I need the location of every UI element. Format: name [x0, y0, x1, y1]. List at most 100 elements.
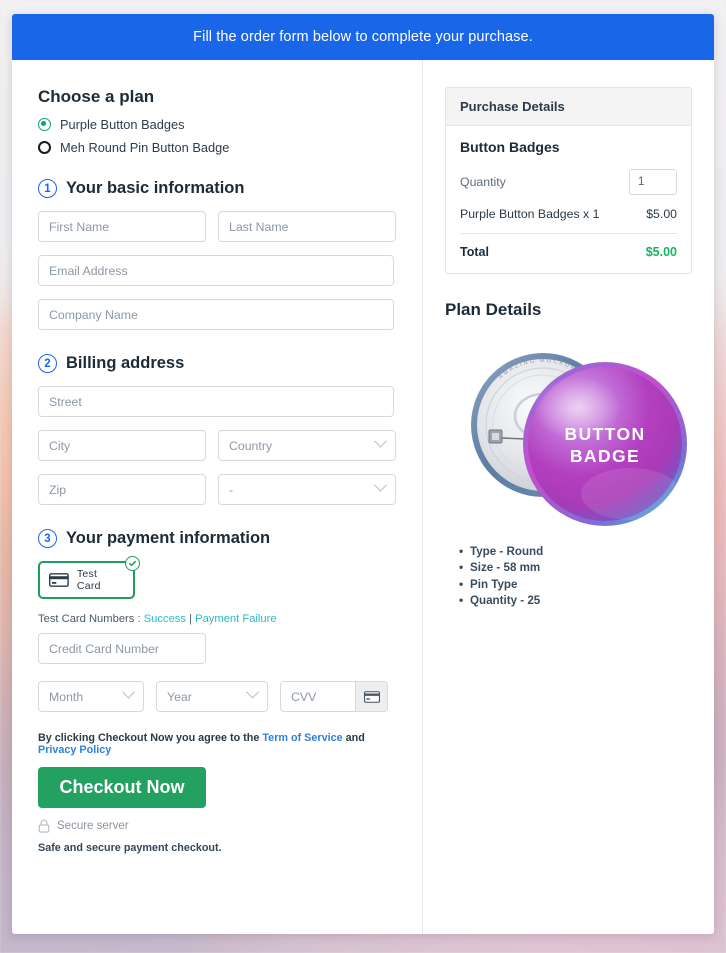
- test-card-payment-option[interactable]: Test Card: [38, 556, 140, 599]
- plan-bullet: Size - 58 mm: [459, 559, 692, 577]
- country-select[interactable]: Country: [218, 430, 396, 461]
- step-3-header: 3 Your payment information: [38, 529, 394, 548]
- test-card-label: Test Card: [76, 568, 101, 592]
- street-placeholder: Street: [49, 394, 82, 409]
- total-price: $5.00: [645, 245, 677, 259]
- expiry-month-select[interactable]: Month: [38, 681, 144, 712]
- year-placeholder: Year: [167, 689, 192, 704]
- cvv-placeholder: CVV: [291, 689, 317, 704]
- step-3-title: Your payment information: [66, 529, 271, 547]
- checkout-now-button[interactable]: Checkout Now: [38, 767, 206, 808]
- quantity-row: Quantity 1: [460, 169, 677, 195]
- plan-option-label: Purple Button Badges: [60, 117, 185, 132]
- chevron-down-icon: [374, 478, 387, 492]
- quantity-label: Quantity: [460, 175, 506, 189]
- company-name-input[interactable]: Company Name: [38, 299, 394, 330]
- street-row: Street: [38, 386, 394, 417]
- step-2-number: 2: [38, 354, 57, 373]
- plan-details-title: Plan Details: [445, 300, 542, 319]
- product-name: Button Badges: [460, 139, 560, 155]
- radio-selected-icon[interactable]: [38, 118, 51, 131]
- plan-option-purple-button-badges[interactable]: Purple Button Badges: [38, 117, 394, 132]
- lock-icon: [38, 819, 50, 833]
- email-row: Email Address: [38, 255, 394, 286]
- secure-server-note: Secure server: [38, 819, 394, 833]
- chevron-down-icon: [246, 685, 259, 699]
- city-input[interactable]: City: [38, 430, 206, 461]
- email-input[interactable]: Email Address: [38, 255, 394, 286]
- banner-text: Fill the order form below to complete yo…: [193, 29, 533, 45]
- plan-bullet: Pin Type: [459, 576, 692, 594]
- first-name-placeholder: First Name: [49, 219, 110, 234]
- secure-server-text: Secure server: [57, 820, 129, 832]
- city-country-row: City Country: [38, 430, 396, 461]
- month-placeholder: Month: [49, 689, 84, 704]
- cvv-input[interactable]: CVV: [280, 681, 388, 712]
- plan-details-bullets: Type - Round Size - 58 mm Pin Type Quant…: [459, 543, 692, 610]
- check-circle-icon: [125, 556, 140, 571]
- checkout-card: Fill the order form below to complete yo…: [12, 14, 714, 934]
- credit-card-number-row: Credit Card Number: [38, 633, 394, 664]
- first-name-input[interactable]: First Name: [38, 211, 206, 242]
- company-name-placeholder: Company Name: [49, 307, 138, 322]
- quantity-input[interactable]: 1: [629, 169, 677, 195]
- expiry-year-select[interactable]: Year: [156, 681, 268, 712]
- step-1-header: 1 Your basic information: [38, 179, 394, 198]
- chevron-down-icon: [122, 685, 135, 699]
- line-item-row: Purple Button Badges x 1 $5.00: [460, 207, 677, 234]
- city-placeholder: City: [49, 438, 71, 453]
- state-select[interactable]: -: [218, 474, 396, 505]
- card-body: Choose a plan Purple Button Badges Meh R…: [12, 60, 714, 934]
- country-placeholder: Country: [229, 438, 273, 453]
- test-card-separator: |: [189, 613, 192, 625]
- company-row: Company Name: [38, 299, 394, 330]
- plan-badge-image: AMAZING MOCKUP COLLECTION BUTTON: [445, 334, 692, 542]
- summary-column: Purchase Details Button Badges Quantity …: [423, 60, 714, 934]
- line-item-price: $5.00: [646, 207, 677, 221]
- street-input[interactable]: Street: [38, 386, 394, 417]
- email-placeholder: Email Address: [49, 263, 128, 278]
- step-3-number: 3: [38, 529, 57, 548]
- zip-placeholder: Zip: [49, 482, 67, 497]
- last-name-input[interactable]: Last Name: [218, 211, 396, 242]
- test-card-failure-link[interactable]: Payment Failure: [195, 613, 276, 625]
- button-badge-illustration: AMAZING MOCKUP COLLECTION BUTTON: [471, 353, 687, 526]
- name-row: First Name Last Name: [38, 211, 396, 242]
- step-2-title: Billing address: [66, 354, 185, 372]
- plan-bullet: Quantity - 25: [459, 592, 692, 610]
- line-item-label: Purple Button Badges x 1: [460, 207, 600, 221]
- credit-card-icon: [355, 682, 387, 711]
- zip-input[interactable]: Zip: [38, 474, 206, 505]
- credit-card-number-input[interactable]: Credit Card Number: [38, 633, 206, 664]
- plan-bullet: Type - Round: [459, 543, 692, 561]
- chevron-down-icon: [374, 434, 387, 448]
- badge-text-line-1: BUTTON: [565, 424, 646, 444]
- plan-option-meh-round-pin-button-badge[interactable]: Meh Round Pin Button Badge: [38, 140, 394, 155]
- badge-text-line-2: BADGE: [570, 446, 640, 466]
- state-placeholder: -: [229, 482, 234, 497]
- step-1-number: 1: [38, 179, 57, 198]
- credit-card-icon: [49, 573, 69, 587]
- total-label: Total: [460, 245, 489, 259]
- last-name-placeholder: Last Name: [229, 219, 289, 234]
- purchase-details-title: Purchase Details: [446, 88, 691, 126]
- order-form-column: Choose a plan Purple Button Badges Meh R…: [12, 60, 423, 934]
- radio-unselected-icon[interactable]: [38, 141, 51, 154]
- terms-of-service-link[interactable]: Term of Service: [262, 732, 342, 744]
- plan-option-label: Meh Round Pin Button Badge: [60, 140, 230, 155]
- test-card-success-link[interactable]: Success: [144, 613, 186, 625]
- terms-conjunction: and: [345, 732, 365, 744]
- credit-card-number-placeholder: Credit Card Number: [49, 641, 160, 656]
- terms-prefix: By clicking Checkout Now you agree to th…: [38, 732, 260, 744]
- choose-a-plan-heading: Choose a plan: [38, 87, 155, 106]
- terms-line: By clicking Checkout Now you agree to th…: [38, 732, 394, 756]
- test-card-numbers-line: Test Card Numbers : Success | Payment Fa…: [38, 613, 394, 625]
- privacy-policy-link[interactable]: Privacy Policy: [38, 744, 111, 756]
- test-card-numbers-prefix: Test Card Numbers :: [38, 613, 141, 625]
- total-row: Total $5.00: [460, 234, 677, 259]
- purchase-details-panel: Purchase Details Button Badges Quantity …: [445, 87, 692, 274]
- step-1-title: Your basic information: [66, 179, 245, 197]
- expiry-cvv-row: Month Year CVV: [38, 681, 394, 712]
- safe-checkout-note: Safe and secure payment checkout.: [38, 842, 222, 854]
- purchase-details-body: Button Badges Quantity 1 Purple Button B…: [446, 126, 691, 273]
